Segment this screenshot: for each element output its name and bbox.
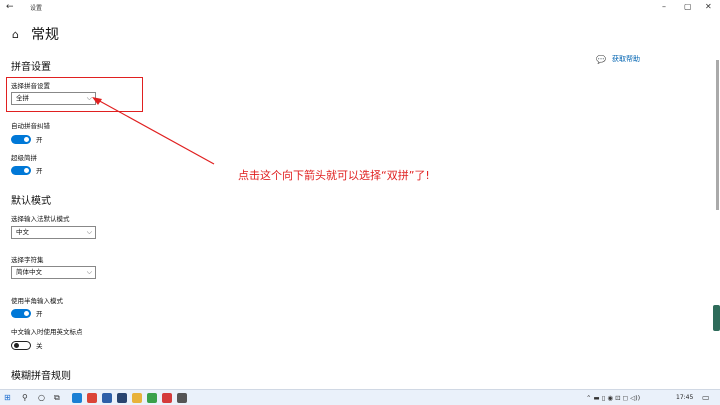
en-punct-toggle[interactable]	[11, 340, 31, 350]
home-icon[interactable]: ⌂	[12, 28, 19, 41]
charset-dropdown-value: 简体中文	[16, 268, 42, 276]
charset-dropdown[interactable]: 简体中文 ⌵	[11, 266, 96, 279]
search-icon[interactable]: ⚲	[22, 393, 28, 403]
input-mode-dropdown[interactable]: 中文 ⌵	[11, 226, 96, 239]
input-mode-label: 选择输入法默认模式	[11, 215, 70, 223]
system-tray-icons[interactable]: ⌃ ▬ ▯ ◉ ⊡ ◻ ◁))	[586, 394, 640, 402]
task-view-icon[interactable]: ⧉	[54, 393, 60, 403]
super-jianpin-state: 开	[36, 167, 43, 175]
annotation-highlight-box	[6, 77, 143, 112]
auto-correct-state: 开	[36, 136, 43, 144]
file-explorer-icon[interactable]	[132, 393, 142, 403]
halfwidth-toggle[interactable]	[11, 308, 31, 318]
help-link[interactable]: 💬 获取帮助	[596, 54, 640, 64]
windows-start-icon[interactable]: ⊞	[4, 393, 11, 403]
taskbar-clock[interactable]: 17:45	[676, 394, 693, 401]
super-jianpin-toggle-row: 开	[11, 165, 43, 175]
chevron-down-icon[interactable]: ⌵	[87, 267, 92, 278]
input-mode-dropdown-value: 中文	[16, 228, 29, 236]
notification-icon[interactable]: ▭	[702, 393, 710, 403]
title-bar: ← 设置 – ▢ ✕	[0, 0, 720, 16]
fuzzy-section-title: 模糊拼音规则	[11, 371, 71, 382]
wps-icon[interactable]	[162, 393, 172, 403]
pinyin-section-title: 拼音设置	[11, 62, 51, 73]
super-jianpin-toggle[interactable]	[11, 165, 31, 175]
chrome-icon[interactable]	[87, 393, 97, 403]
cortana-icon[interactable]: ○	[38, 393, 45, 403]
settings-icon[interactable]	[177, 393, 187, 403]
default-section-title: 默认模式	[11, 196, 51, 207]
en-punct-label: 中文输入时使用英文标点	[11, 328, 83, 336]
auto-correct-label: 自动拼音纠错	[11, 122, 50, 130]
maximize-button[interactable]: ▢	[684, 2, 692, 11]
window-title: 设置	[30, 5, 43, 12]
chat-help-icon: 💬	[596, 54, 606, 64]
charset-label: 选择字符集	[11, 256, 44, 264]
taskbar: ⊞ ⚲ ○ ⧉ ⌃ ▬ ▯ ◉ ⊡ ◻ ◁)) 17:45 ▭	[0, 389, 720, 405]
halfwidth-state: 开	[36, 310, 43, 318]
app-icon-navy[interactable]	[117, 393, 127, 403]
halfwidth-toggle-row: 开	[11, 308, 43, 318]
close-button[interactable]: ✕	[705, 2, 712, 11]
en-punct-state: 关	[36, 342, 43, 350]
back-arrow-icon[interactable]: ←	[6, 2, 14, 12]
auto-correct-toggle[interactable]	[11, 134, 31, 144]
en-punct-toggle-row: 关	[11, 340, 43, 350]
side-panel-handle[interactable]	[713, 305, 720, 331]
page-title: 常规	[31, 27, 59, 43]
help-link-text[interactable]: 获取帮助	[612, 54, 640, 64]
halfwidth-label: 使用半角输入模式	[11, 297, 63, 305]
app-icon-blue[interactable]	[102, 393, 112, 403]
app-icon-green[interactable]	[147, 393, 157, 403]
auto-correct-toggle-row: 开	[11, 134, 43, 144]
scrollbar[interactable]	[716, 60, 719, 210]
edge-icon[interactable]	[72, 393, 82, 403]
minimize-button[interactable]: –	[662, 2, 666, 11]
super-jianpin-label: 超级简拼	[11, 154, 37, 162]
annotation-text: 点击这个向下箭头就可以选择“双拼”了!	[238, 169, 430, 182]
chevron-down-icon[interactable]: ⌵	[87, 227, 92, 238]
